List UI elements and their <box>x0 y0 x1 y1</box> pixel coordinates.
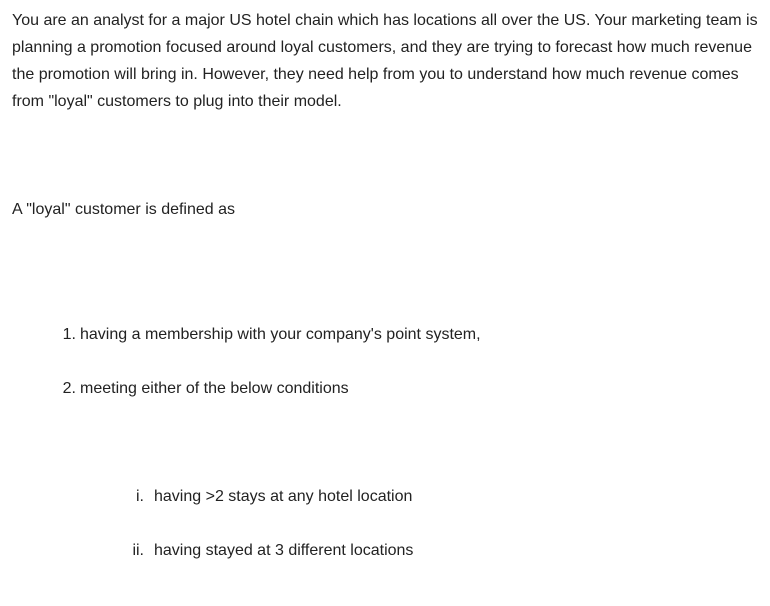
definition-heading: A "loyal" customer is defined as <box>12 201 236 218</box>
sub-condition-text: having stayed at 3 different locations <box>154 542 414 559</box>
sub-condition-item-stays: i. having >2 stays at any hotel location <box>124 483 412 510</box>
condition-item-membership: 1. having a membership with your company'… <box>60 321 481 348</box>
condition-text: meeting either of the below conditions <box>80 380 349 397</box>
list-marker: ii. <box>132 542 144 559</box>
list-marker: 1. <box>62 326 76 343</box>
intro-paragraph: You are an analyst for a major US hotel … <box>12 12 758 110</box>
sub-condition-item-locations: ii. having stayed at 3 different location… <box>124 537 413 564</box>
sub-condition-text: having >2 stays at any hotel location <box>154 488 413 505</box>
condition-text: having a membership with your company's … <box>80 326 481 343</box>
list-marker: i. <box>136 488 144 505</box>
list-marker: 2. <box>62 380 76 397</box>
condition-item-either: 2. meeting either of the below conditions <box>60 375 349 402</box>
